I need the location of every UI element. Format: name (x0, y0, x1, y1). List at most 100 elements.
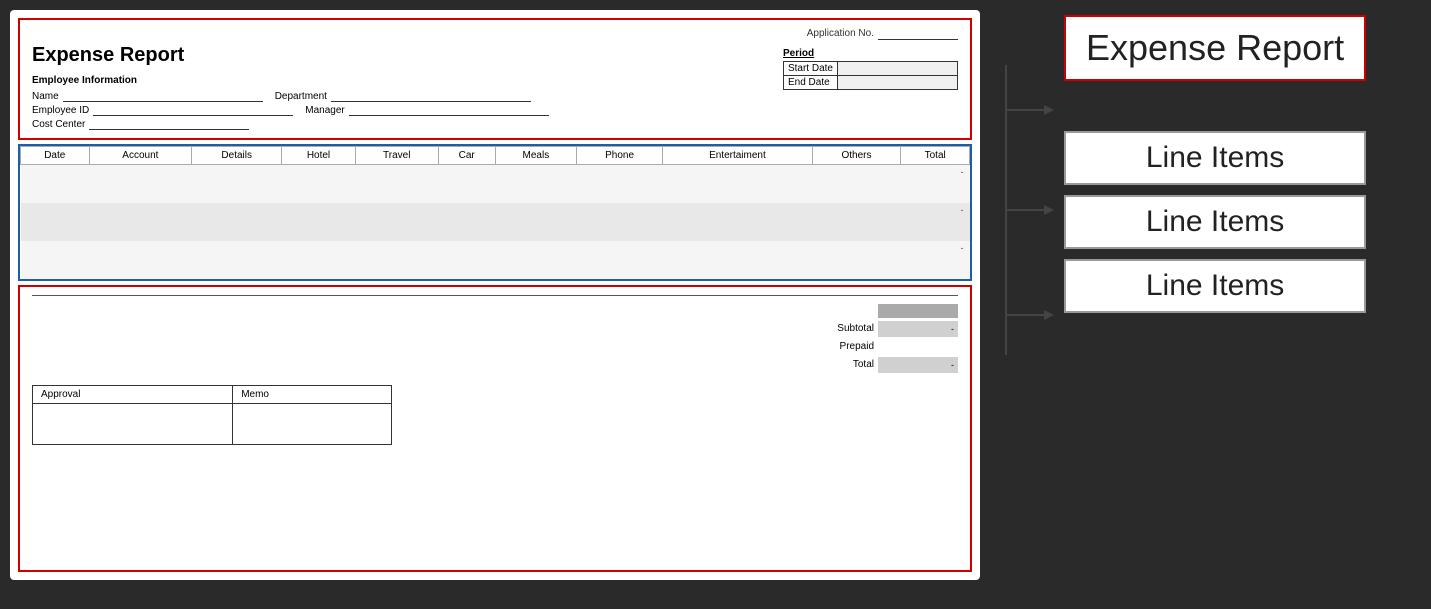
cell (282, 241, 356, 279)
cost-center-input[interactable] (89, 118, 249, 130)
right-side: Expense Report Line Items Line Items Lin… (996, 10, 1366, 395)
end-date-value (838, 76, 958, 90)
line-items-labels-col: Line Items Line Items Line Items (1064, 131, 1366, 313)
col-phone: Phone (576, 147, 662, 165)
total-label: Total (814, 359, 874, 370)
employee-id-label: Employee ID (32, 105, 89, 116)
application-no-input[interactable] (878, 28, 958, 40)
line-items-section: Date Account Details Hotel Travel Car Me… (18, 144, 972, 281)
application-no-label: Application No. (807, 28, 874, 40)
total-value: - (878, 357, 958, 373)
table-row: - (21, 203, 970, 241)
approval-col-header: Approval (33, 385, 233, 403)
cell (282, 165, 356, 203)
name-row: Name Department (32, 90, 958, 102)
cell (438, 203, 495, 241)
cell (812, 241, 901, 279)
line-items-box-3: Line Items (1064, 259, 1366, 313)
line-items-label-3: Line Items (1146, 269, 1284, 303)
approval-table: Approval Memo (32, 385, 392, 445)
cell-total: - (901, 241, 970, 279)
cell (192, 203, 282, 241)
employee-id-input[interactable] (93, 104, 293, 116)
employee-id-row: Employee ID Manager (32, 104, 958, 116)
cell (192, 165, 282, 203)
name-input[interactable] (63, 90, 263, 102)
cell (192, 241, 282, 279)
manager-input[interactable] (349, 104, 549, 116)
prepaid-label: Prepaid (814, 341, 874, 352)
cell (282, 203, 356, 241)
cell-total: - (901, 203, 970, 241)
line-items-box-1: Line Items (1064, 131, 1366, 185)
col-date: Date (21, 147, 90, 165)
cost-center-row: Cost Center (32, 118, 958, 130)
period-section: Period Start Date End Date (783, 48, 958, 90)
cell (89, 241, 192, 279)
col-others: Others (812, 147, 901, 165)
period-table: Start Date End Date (783, 61, 958, 90)
totals-top-bar (878, 304, 958, 318)
employee-fields: Name Department Employee ID Manager Cost… (32, 90, 958, 130)
prepaid-value (878, 339, 958, 355)
cell (576, 203, 662, 241)
cell (21, 241, 90, 279)
footer-divider (32, 295, 958, 296)
table-row: - (21, 165, 970, 203)
cell (663, 241, 812, 279)
line-items-box-2: Line Items (1064, 195, 1366, 249)
application-no-row: Application No. (32, 28, 958, 40)
department-label: Department (275, 91, 327, 102)
cell (495, 165, 576, 203)
col-entertainment: Entertaiment (663, 147, 812, 165)
cell (495, 203, 576, 241)
col-details: Details (192, 147, 282, 165)
col-car: Car (438, 147, 495, 165)
col-meals: Meals (495, 147, 576, 165)
cell (21, 203, 90, 241)
name-label: Name (32, 91, 59, 102)
subtotal-value: - (878, 321, 958, 337)
department-input[interactable] (331, 90, 531, 102)
period-title: Period (783, 48, 958, 59)
approval-cell (33, 403, 233, 444)
col-travel: Travel (355, 147, 438, 165)
connector-area (996, 15, 1056, 395)
approval-row (33, 403, 392, 444)
expense-report-box: Expense Report (1064, 15, 1366, 81)
main-container: Application No. Expense Report Employee … (10, 10, 1421, 599)
footer-section: Subtotal - Prepaid Total - (18, 285, 972, 573)
cell (576, 165, 662, 203)
subtotal-row: Subtotal - (814, 321, 958, 337)
header-section: Application No. Expense Report Employee … (18, 18, 972, 140)
cell (355, 241, 438, 279)
prepaid-row: Prepaid (814, 339, 958, 355)
totals-area: Subtotal - Prepaid Total - (32, 304, 958, 373)
line-items-label-1: Line Items (1146, 141, 1284, 175)
cell (89, 203, 192, 241)
table-row: - (21, 241, 970, 279)
col-account: Account (89, 147, 192, 165)
cell (663, 165, 812, 203)
line-items-table: Date Account Details Hotel Travel Car Me… (20, 146, 970, 279)
manager-label: Manager (305, 105, 344, 116)
col-hotel: Hotel (282, 147, 356, 165)
cell (89, 165, 192, 203)
subtotal-label: Subtotal (814, 323, 874, 334)
cell (21, 165, 90, 203)
table-header-row: Date Account Details Hotel Travel Car Me… (21, 147, 970, 165)
cost-center-label: Cost Center (32, 119, 85, 130)
approval-section: Approval Memo (32, 385, 958, 445)
start-date-value (838, 62, 958, 76)
line-items-label-2: Line Items (1146, 205, 1284, 239)
form-panel: Application No. Expense Report Employee … (10, 10, 980, 580)
memo-col-header: Memo (233, 385, 392, 403)
cell (438, 165, 495, 203)
total-row: Total - (814, 357, 958, 373)
cell (438, 241, 495, 279)
right-titles-col: Expense Report Line Items Line Items Lin… (1064, 15, 1366, 313)
cell (812, 165, 901, 203)
connector-svg (996, 15, 1056, 395)
start-date-label: Start Date (783, 62, 837, 76)
expense-report-box-title: Expense Report (1086, 27, 1344, 68)
